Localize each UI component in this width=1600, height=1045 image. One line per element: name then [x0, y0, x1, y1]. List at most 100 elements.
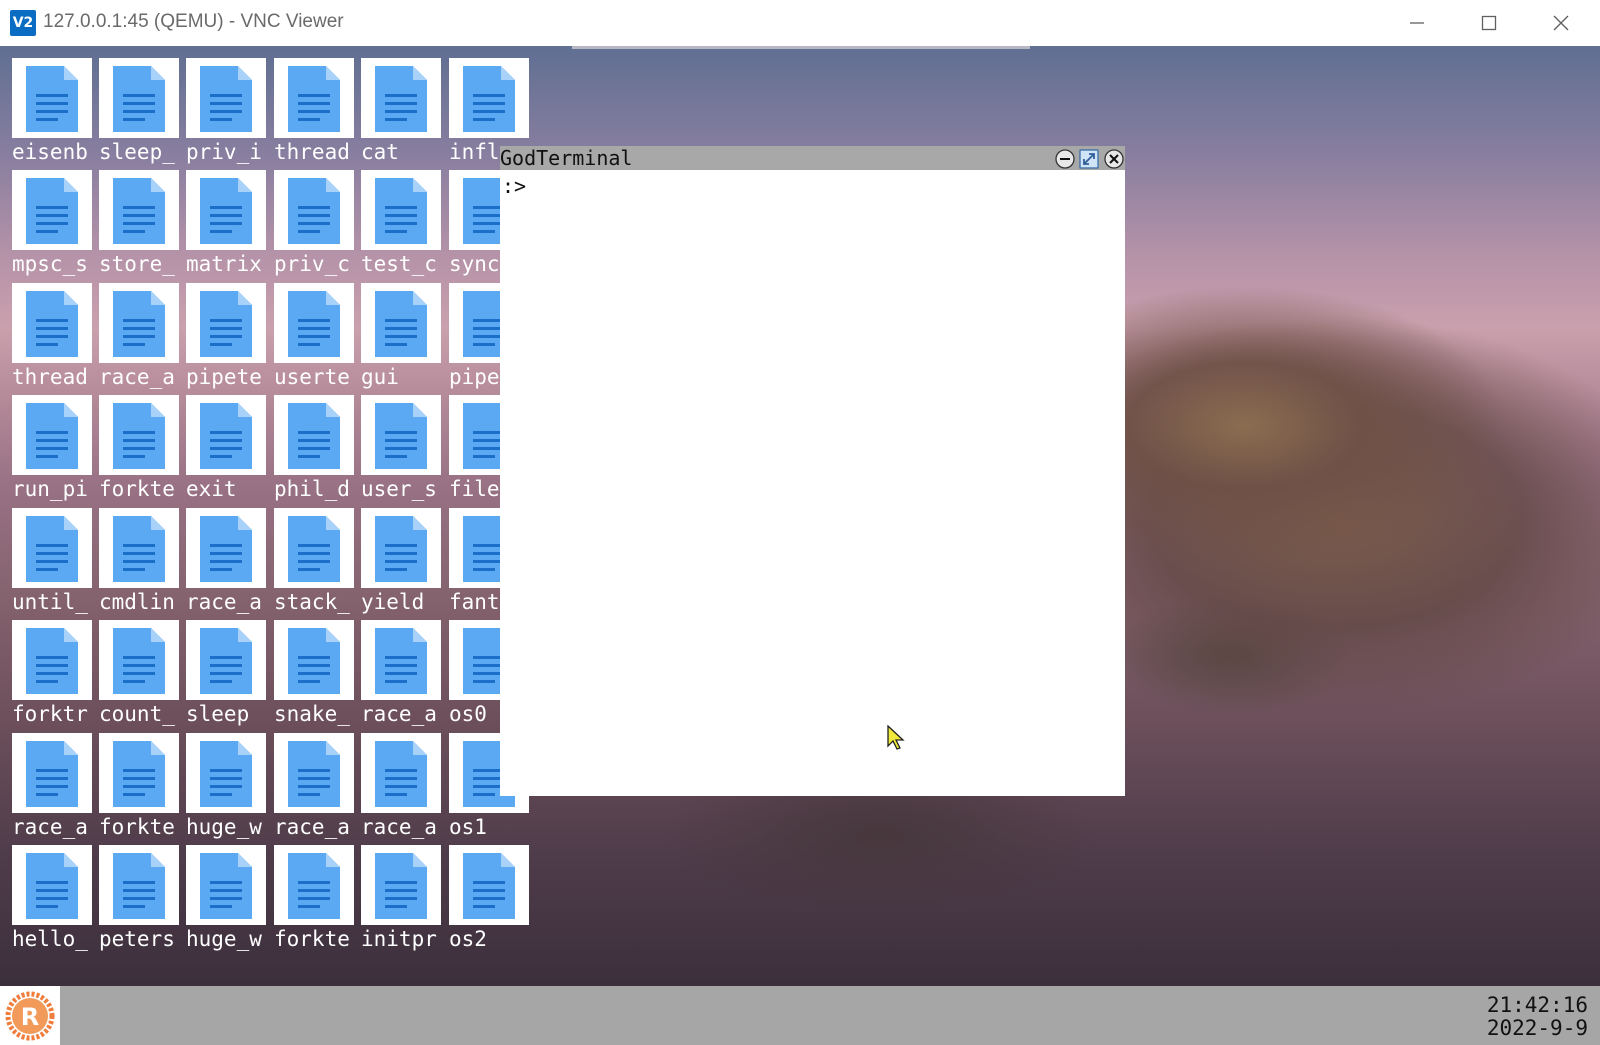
desktop-icon[interactable]: cat [359, 56, 445, 168]
document-icon [375, 741, 427, 807]
document-icon [200, 853, 252, 919]
document-icon [288, 516, 340, 582]
icon-tile [186, 395, 266, 475]
mouse-pointer-icon [887, 725, 905, 750]
desktop-icon[interactable]: yield [359, 506, 445, 618]
desktop-icon[interactable]: race_a [359, 731, 445, 843]
document-icon [375, 628, 427, 694]
desktop-icon[interactable]: thread [10, 281, 96, 393]
desktop-icon[interactable]: pipete [184, 281, 270, 393]
desktop-icon-label: store_ [99, 252, 175, 276]
document-icon [113, 403, 165, 469]
desktop-icon[interactable]: huge_w [184, 731, 270, 843]
desktop-icon[interactable]: sleep_ [97, 56, 183, 168]
start-button[interactable]: R [0, 986, 60, 1045]
document-icon [200, 403, 252, 469]
desktop-icon[interactable]: race_a [359, 618, 445, 730]
desktop-icon[interactable]: stack_ [272, 506, 358, 618]
desktop-icon[interactable]: race_a [97, 281, 183, 393]
desktop-icon[interactable]: store_ [97, 168, 183, 280]
desktop-icon[interactable]: matrix [184, 168, 270, 280]
icon-tile [12, 58, 92, 138]
desktop-icon[interactable]: priv_i [184, 56, 270, 168]
icon-tile [274, 620, 354, 700]
desktop-icon[interactable]: count_ [97, 618, 183, 730]
desktop-icon-label: sleep_ [99, 140, 175, 164]
desktop-icon[interactable]: forkte [97, 393, 183, 505]
desktop-icon[interactable]: huge_w [184, 843, 270, 955]
icon-tile [12, 733, 92, 813]
desktop-icon[interactable]: user_s [359, 393, 445, 505]
desktop-icon[interactable]: until_ [10, 506, 96, 618]
terminal-prompt: :> [502, 174, 527, 198]
icon-tile [99, 845, 179, 925]
document-icon [200, 741, 252, 807]
desktop-icon[interactable]: initpr [359, 843, 445, 955]
desktop-icon-label: stack_ [274, 590, 350, 614]
document-icon [26, 628, 78, 694]
document-icon [113, 291, 165, 357]
terminal-title-bar[interactable]: GodTerminal [500, 146, 1125, 170]
desktop-icon[interactable]: sleep [184, 618, 270, 730]
terminal-minimize-icon[interactable] [1055, 149, 1075, 169]
terminal-output[interactable]: :> [500, 170, 1125, 796]
desktop-icon[interactable]: snake_ [272, 618, 358, 730]
icon-tile [274, 845, 354, 925]
icon-tile [186, 733, 266, 813]
desktop-icon[interactable]: forktr [10, 618, 96, 730]
icon-tile [12, 845, 92, 925]
close-icon [1553, 15, 1569, 31]
desktop-icon[interactable]: phil_d [272, 393, 358, 505]
document-icon [26, 66, 78, 132]
terminal-maximize-icon[interactable] [1079, 149, 1099, 169]
desktop-icon[interactable]: run_pi [10, 393, 96, 505]
desktop-icon[interactable]: os2 [447, 843, 533, 955]
desktop-icon[interactable]: hello_ [10, 843, 96, 955]
svg-text:R: R [21, 1003, 39, 1031]
document-icon [288, 853, 340, 919]
desktop-icon[interactable]: gui [359, 281, 445, 393]
desktop-icon[interactable]: userte [272, 281, 358, 393]
icon-tile [12, 395, 92, 475]
icon-tile [449, 58, 529, 138]
terminal-window[interactable]: GodTerminal :> [500, 146, 1125, 796]
desktop-icon-label: count_ [99, 702, 175, 726]
desktop-icon-label: race_a [12, 815, 88, 839]
icon-tile [99, 508, 179, 588]
desktop-icon[interactable]: race_a [184, 506, 270, 618]
icon-tile [99, 395, 179, 475]
icon-tile [274, 58, 354, 138]
desktop-icon-grid: eisenb sleep_ priv_i thread cat infl mpsc_s sto… [10, 56, 530, 956]
host-title-bar[interactable]: V2 127.0.0.1:45 (QEMU) - VNC Viewer [0, 0, 1600, 46]
minimize-button[interactable] [1382, 0, 1452, 46]
desktop-icon[interactable]: eisenb [10, 56, 96, 168]
desktop-icon-label: run_pi [12, 477, 88, 501]
desktop-icon[interactable]: test_c [359, 168, 445, 280]
document-icon [26, 741, 78, 807]
desktop-icon[interactable]: peters [97, 843, 183, 955]
desktop-icon[interactable]: race_a [10, 731, 96, 843]
desktop-icon[interactable]: forkte [97, 731, 183, 843]
desktop-icon[interactable]: exit [184, 393, 270, 505]
close-button[interactable] [1526, 0, 1596, 46]
desktop-icon-label: forkte [274, 927, 350, 951]
desktop-icon-label: cmdlin [99, 590, 175, 614]
desktop-icon-label: snake_ [274, 702, 350, 726]
desktop-icon-label: pipete [186, 365, 262, 389]
desktop-icon[interactable]: forkte [272, 843, 358, 955]
desktop-icon[interactable]: thread [272, 56, 358, 168]
desktop-icon[interactable]: mpsc_s [10, 168, 96, 280]
document-icon [375, 178, 427, 244]
document-icon [200, 516, 252, 582]
desktop-icon[interactable]: race_a [272, 731, 358, 843]
desktop-icon[interactable]: priv_c [272, 168, 358, 280]
desktop-icon-label: peters [99, 927, 175, 951]
desktop-icon-label: mpsc_s [12, 252, 88, 276]
desktop-icon-label: matrix [186, 252, 262, 276]
maximize-button[interactable] [1454, 0, 1524, 46]
desktop-icon[interactable]: cmdlin [97, 506, 183, 618]
document-icon [200, 291, 252, 357]
icon-tile [274, 508, 354, 588]
terminal-close-icon[interactable] [1104, 149, 1124, 169]
icon-tile [186, 845, 266, 925]
